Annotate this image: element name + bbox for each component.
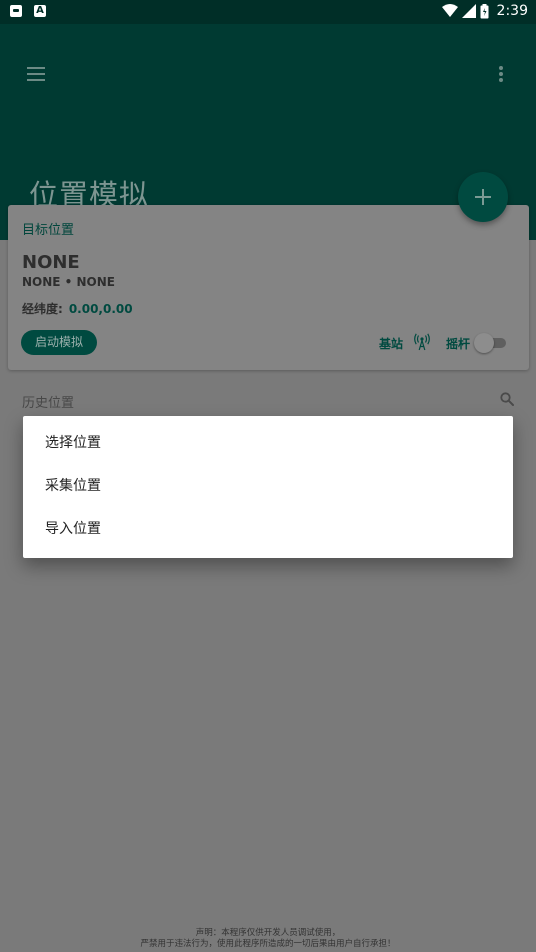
- add-location-fab[interactable]: [458, 172, 508, 222]
- notification-icons: A: [10, 5, 46, 17]
- coordinate-row: 经纬度: 0.00,0.00: [22, 300, 133, 317]
- menu-item-import-location[interactable]: 导入位置: [45, 508, 485, 551]
- history-section-label: 历史位置: [22, 396, 75, 411]
- toggle-thumb: [474, 333, 494, 353]
- base-station-label: 基站: [379, 337, 404, 351]
- cell-tower-icon[interactable]: [414, 333, 430, 351]
- android-app-icon: [10, 5, 22, 17]
- joystick-label: 摇杆: [446, 337, 471, 351]
- menu-item-collect-location[interactable]: 采集位置: [45, 465, 485, 508]
- target-label: 目标位置: [22, 223, 75, 238]
- target-location-card: 目标位置 NONE NONE • NONE 经纬度: 0.00,0.00 启动模拟…: [8, 205, 529, 370]
- add-location-menu-dialog: 选择位置 采集位置 导入位置: [23, 416, 513, 558]
- disclaimer-line-2: 严禁用于违法行为，使用此程序所造成的一切后果由用户自行承担！: [140, 939, 396, 949]
- start-simulation-button[interactable]: 启动模拟: [21, 330, 98, 355]
- wifi-icon: [441, 4, 458, 17]
- a-app-icon: A: [34, 5, 46, 17]
- coordinate-value: 0.00,0.00: [68, 302, 133, 316]
- system-icons: 2:39: [441, 3, 528, 19]
- target-name: NONE: [22, 252, 80, 273]
- overflow-menu-icon[interactable]: [499, 66, 503, 82]
- clock: 2:39: [496, 3, 528, 19]
- target-subtitle: NONE • NONE: [22, 275, 115, 289]
- coordinate-label: 经纬度:: [22, 302, 63, 316]
- battery-icon: [480, 3, 489, 18]
- hamburger-menu-icon[interactable]: [27, 67, 45, 81]
- signal-icon: [461, 4, 476, 18]
- status-bar: A 2:39: [0, 0, 536, 24]
- joystick-toggle[interactable]: [474, 333, 506, 353]
- search-icon[interactable]: [500, 392, 514, 406]
- menu-item-select-location[interactable]: 选择位置: [45, 422, 485, 465]
